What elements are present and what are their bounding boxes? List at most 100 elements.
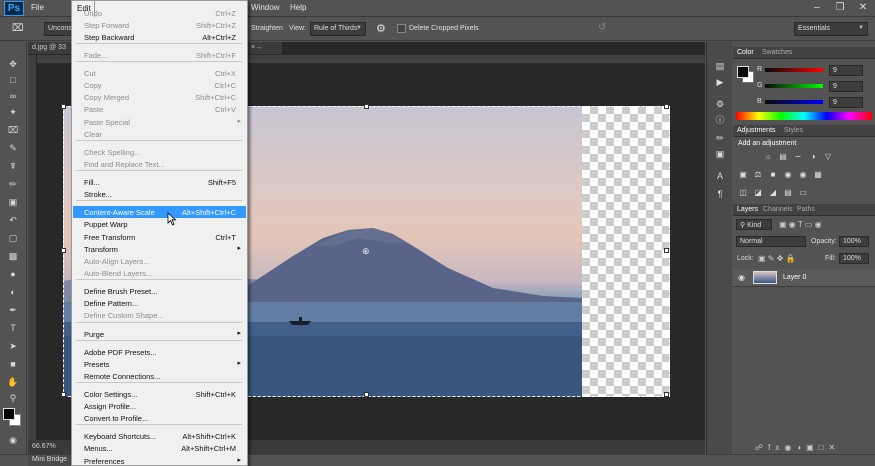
blend-mode-dropdown[interactable]: Normal: [736, 236, 806, 247]
brush-panel-icon[interactable]: ✏: [713, 132, 727, 144]
document-tab-close[interactable]: ×→: [248, 42, 282, 54]
healing-tool-icon[interactable]: ☤: [5, 160, 21, 172]
threshold-icon[interactable]: ◢: [768, 188, 778, 197]
menu-item-fill[interactable]: Fill... Shift+F5: [73, 176, 246, 188]
gradient-map-icon[interactable]: ▭: [798, 188, 808, 197]
color-balance-icon[interactable]: ⚖: [753, 170, 763, 179]
menu-item-remote-connections[interactable]: Remote Connections...: [73, 370, 246, 382]
type-tool-icon[interactable]: T: [5, 322, 21, 334]
layer-name[interactable]: Layer 0: [783, 274, 806, 281]
tab-layers[interactable]: Layers: [737, 206, 758, 213]
crop-tool-icon[interactable]: ⌧: [12, 23, 24, 34]
black-white-icon[interactable]: ■: [768, 170, 778, 179]
ratio-dropdown[interactable]: Unconst: [44, 22, 74, 36]
color-foreground-swatch[interactable]: [737, 66, 749, 78]
tab-channels[interactable]: Channels: [763, 206, 793, 213]
crop-handle-bottom-left[interactable]: [61, 392, 66, 397]
menu-item-assign-profile[interactable]: Assign Profile...: [73, 400, 246, 412]
menu-item-purge[interactable]: Purge ▸: [73, 328, 246, 340]
color-r-slider[interactable]: [765, 68, 823, 72]
menu-item-paste-special[interactable]: Paste Special ▸: [73, 116, 246, 128]
menu-item-paste[interactable]: Paste Ctrl+V: [73, 103, 246, 115]
crop-handle-right[interactable]: [664, 248, 669, 253]
stamp-tool-icon[interactable]: ▣: [5, 196, 21, 208]
tab-color[interactable]: Color: [737, 49, 754, 56]
layer-filter-dropdown[interactable]: ⚲ Kind: [736, 219, 772, 230]
menu-item-fade[interactable]: Fade... Shift+Ctrl+F: [73, 49, 246, 61]
menu-help[interactable]: Help: [290, 3, 306, 12]
menu-item-preferences[interactable]: Preferences ▸: [73, 455, 246, 466]
foreground-color-swatch[interactable]: [3, 408, 15, 420]
eraser-tool-icon[interactable]: ▢: [5, 232, 21, 244]
quick-select-tool-icon[interactable]: ✦: [5, 106, 21, 118]
color-spectrum-ramp[interactable]: [736, 112, 872, 120]
tab-styles[interactable]: Styles: [784, 127, 803, 134]
menu-item-undo[interactable]: Undo Ctrl+Z: [73, 7, 246, 19]
shape-tool-icon[interactable]: ■: [5, 358, 21, 370]
menu-item-color-settings[interactable]: Color Settings... Shift+Ctrl+K: [73, 388, 246, 400]
menu-item-puppet-warp[interactable]: Puppet Warp: [73, 218, 246, 230]
menu-item-cut[interactable]: Cut Ctrl+X: [73, 67, 246, 79]
crop-tool-icon[interactable]: ⌧: [5, 124, 21, 136]
character-panel-icon[interactable]: A: [713, 170, 727, 182]
menu-item-step-backward[interactable]: Step Backward Alt+Ctrl+Z: [73, 31, 246, 43]
actions-panel-icon[interactable]: ▶: [713, 76, 727, 88]
reset-icon[interactable]: ↺: [598, 22, 606, 33]
menu-item-menus[interactable]: Menus... Alt+Shift+Ctrl+M: [73, 442, 246, 454]
lock-icons[interactable]: ▣ ✎ ✥ 🔒: [758, 254, 796, 263]
crop-handle-bottom[interactable]: [364, 392, 369, 397]
history-brush-icon[interactable]: ↶: [5, 214, 21, 226]
menu-item-presets[interactable]: Presets ▸: [73, 358, 246, 370]
blur-tool-icon[interactable]: ●: [5, 268, 21, 280]
workspace-dropdown[interactable]: Essentials ▼: [794, 22, 868, 36]
pen-tool-icon[interactable]: ✒: [5, 304, 21, 316]
close-icon[interactable]: ✕: [852, 1, 874, 15]
crop-handle-top[interactable]: [364, 104, 369, 109]
brightness-contrast-icon[interactable]: ☼: [763, 152, 773, 161]
menu-item-convert-to-profile[interactable]: Convert to Profile...: [73, 412, 246, 424]
menu-window[interactable]: Window: [251, 3, 279, 12]
brush-tool-icon[interactable]: ✏: [5, 178, 21, 190]
tab-swatches[interactable]: Swatches: [762, 49, 792, 56]
fill-field[interactable]: 100%: [839, 253, 869, 264]
tab-paths[interactable]: Paths: [797, 206, 815, 213]
opacity-field[interactable]: 100%: [839, 236, 869, 247]
menu-item-auto-blend-layers[interactable]: Auto-Blend Layers...: [73, 267, 246, 279]
dodge-tool-icon[interactable]: ◐: [5, 286, 21, 298]
menu-item-copy[interactable]: Copy Ctrl+C: [73, 79, 246, 91]
marquee-tool-icon[interactable]: □: [5, 74, 21, 86]
menu-item-stroke[interactable]: Stroke...: [73, 188, 246, 200]
layer-row[interactable]: ◉ Layer 0: [733, 269, 875, 287]
crop-handle-left[interactable]: [61, 248, 66, 253]
quick-mask-icon[interactable]: ◉: [5, 434, 21, 446]
color-g-value[interactable]: 9: [829, 81, 863, 92]
color-g-slider[interactable]: [765, 84, 823, 88]
menu-item-define-pattern[interactable]: Define Pattern...: [73, 297, 246, 309]
tab-adjustments[interactable]: Adjustments: [737, 127, 776, 134]
menu-item-content-aware-scale[interactable]: Content-Aware Scale Alt+Shift+Ctrl+C: [73, 206, 246, 218]
menu-item-define-brush-preset[interactable]: Define Brush Preset...: [73, 285, 246, 297]
menu-item-copy-merged[interactable]: Copy Merged Shift+Ctrl+C: [73, 91, 246, 103]
lasso-tool-icon[interactable]: ∞: [5, 90, 21, 102]
menu-item-step-forward[interactable]: Step Forward Shift+Ctrl+Z: [73, 19, 246, 31]
crop-handle-bottom-right[interactable]: [664, 392, 669, 397]
posterize-icon[interactable]: ◪: [753, 188, 763, 197]
color-lookup-icon[interactable]: ▦: [813, 170, 823, 179]
layer-actions-icons[interactable]: ☍fx◉◑▣□✕: [755, 443, 840, 452]
menu-item-free-transform[interactable]: Free Transform Ctrl+T: [73, 231, 246, 243]
vibrance-icon[interactable]: ▽: [823, 152, 833, 161]
selective-color-icon[interactable]: ▤: [783, 188, 793, 197]
color-b-slider[interactable]: [765, 100, 823, 104]
hand-tool-icon[interactable]: ✋: [5, 376, 21, 388]
gradient-tool-icon[interactable]: ▩: [5, 250, 21, 262]
restore-icon[interactable]: ❐: [829, 1, 851, 15]
minimize-icon[interactable]: –: [806, 1, 828, 15]
exposure-icon[interactable]: ◑: [808, 152, 818, 161]
menu-item-find-and-replace-text[interactable]: Find and Replace Text...: [73, 158, 246, 170]
delete-cropped-checkbox[interactable]: [397, 24, 406, 33]
crop-handle-top-right[interactable]: [664, 104, 669, 109]
hue-saturation-icon[interactable]: ▣: [738, 170, 748, 179]
menu-item-transform[interactable]: Transform ▸: [73, 243, 246, 255]
color-b-value[interactable]: 9: [829, 97, 863, 108]
photo-filter-icon[interactable]: ◉: [783, 170, 793, 179]
